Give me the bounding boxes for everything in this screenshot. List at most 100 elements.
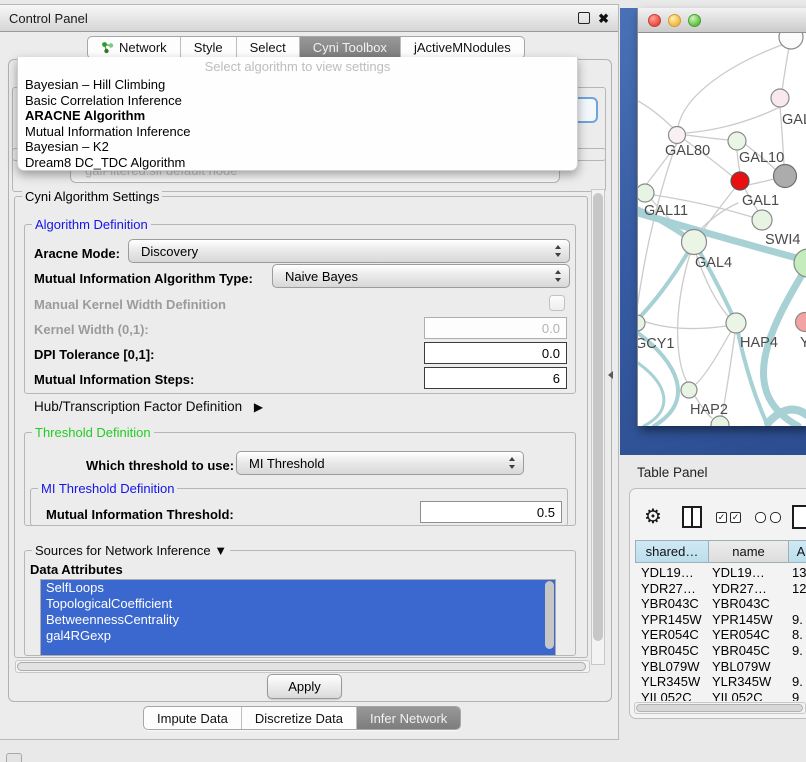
mi-algorithm-type-select[interactable]: Naive Bayes xyxy=(272,264,570,288)
network-node[interactable] xyxy=(794,249,806,277)
tab-style[interactable]: Style xyxy=(181,37,237,58)
tab-select[interactable]: Select xyxy=(237,37,300,58)
close-panel-icon[interactable]: ✖ xyxy=(598,12,609,25)
tab-network[interactable]: Network xyxy=(88,37,181,58)
split-columns-icon[interactable] xyxy=(682,506,702,528)
table-row[interactable]: YDR27…YDR27…12 xyxy=(635,581,806,597)
attribute-item-partial[interactable] xyxy=(41,644,555,656)
unchecked-columns-icon[interactable] xyxy=(755,512,781,523)
algorithm-option-bayesian-k2[interactable]: Bayesian – K2 xyxy=(18,139,577,155)
kernel-width-input[interactable]: 0.0 xyxy=(424,317,567,339)
network-node[interactable] xyxy=(752,210,772,230)
network-edge[interactable] xyxy=(696,331,731,384)
attribute-item-topologicalcoefficient[interactable]: TopologicalCoefficient xyxy=(41,596,555,612)
tab-infer-network[interactable]: Infer Network xyxy=(357,707,460,729)
attribute-item-gal4rgexp[interactable]: gal4RGexp xyxy=(41,628,555,644)
network-node[interactable] xyxy=(681,382,697,398)
network-edge[interactable] xyxy=(678,42,790,127)
table-cell: 9. xyxy=(792,643,803,658)
attribute-item-betweennesscentrality[interactable]: BetweennessCentrality xyxy=(41,612,555,628)
control-panel-titlebar[interactable]: Control Panel ✖ xyxy=(0,5,618,32)
network-node[interactable] xyxy=(638,315,645,331)
stepper-arrows-icon xyxy=(555,245,562,257)
network-edge[interactable] xyxy=(702,188,735,232)
split-collapse-arrow-icon[interactable] xyxy=(608,371,613,379)
table-cell: 8. xyxy=(792,627,803,642)
node-label-hap2: HAP2 xyxy=(690,402,728,418)
algorithm-option-bayesian-hill-climbing[interactable]: Bayesian – Hill Climbing xyxy=(18,77,577,93)
manual-kernel-label: Manual Kernel Width Definition xyxy=(34,297,226,312)
attribute-item-selfloops[interactable]: SelfLoops xyxy=(41,580,555,596)
which-threshold-select[interactable]: MI Threshold xyxy=(236,451,524,475)
table-cell: YDR27… xyxy=(641,581,696,596)
mi-threshold-input[interactable]: 0.5 xyxy=(420,501,562,523)
network-edge[interactable] xyxy=(748,179,774,185)
minimized-panel-stub[interactable] xyxy=(6,753,22,762)
column-header-shared-[interactable]: shared… xyxy=(635,540,709,563)
algorithm-option-mutual-information-inference[interactable]: Mutual Information Inference xyxy=(18,124,577,140)
network-node[interactable] xyxy=(682,230,707,255)
table-row[interactable]: YDL19…YDL19…13 xyxy=(635,565,806,581)
manual-kernel-checkbox[interactable] xyxy=(549,295,565,311)
network-edge[interactable] xyxy=(686,135,728,140)
checked-columns-icon[interactable]: ✓✓ xyxy=(716,512,741,523)
network-window-titlebar[interactable] xyxy=(637,8,806,33)
network-node[interactable] xyxy=(796,313,806,332)
table-row[interactable]: YIL052CYIL052C9 xyxy=(635,690,806,701)
network-edge[interactable] xyxy=(643,321,726,329)
network-edge[interactable] xyxy=(678,254,690,382)
network-node[interactable] xyxy=(726,313,746,333)
network-node[interactable] xyxy=(669,127,686,144)
apply-button[interactable]: Apply xyxy=(267,674,342,699)
tab-jactivemnodules[interactable]: jActiveMNodules xyxy=(401,37,524,58)
aracne-mode-select[interactable]: Discovery xyxy=(128,239,570,263)
algorithm-option-basic-correlation-inference[interactable]: Basic Correlation Inference xyxy=(18,93,577,109)
network-node[interactable] xyxy=(779,33,803,49)
network-node[interactable] xyxy=(731,172,749,190)
sources-title[interactable]: Sources for Network Inference ▼ xyxy=(32,544,230,557)
algorithm-option-aracne-algorithm[interactable]: ARACNE Algorithm xyxy=(18,108,577,124)
window-close-button[interactable] xyxy=(648,14,661,27)
settings-hscroll-thumb[interactable] xyxy=(17,662,586,671)
network-node[interactable] xyxy=(638,184,654,202)
network-node[interactable] xyxy=(774,165,797,188)
dpi-tolerance-input[interactable]: 0.0 xyxy=(424,342,567,364)
hub-definition-toggle[interactable]: Hub/Transcription Factor Definition ▶ xyxy=(34,399,263,414)
network-node[interactable] xyxy=(728,132,746,150)
mi-steps-input[interactable]: 6 xyxy=(424,367,567,389)
table-hscroll-thumb[interactable] xyxy=(636,704,803,712)
network-edge[interactable] xyxy=(686,107,780,133)
mi-threshold-title: MI Threshold Definition xyxy=(38,482,177,495)
node-label-gal80: GAL80 xyxy=(665,143,710,159)
tab-discretize-data[interactable]: Discretize Data xyxy=(242,707,357,729)
network-edge-highlighted[interactable] xyxy=(638,363,664,426)
settings-vscroll-thumb[interactable] xyxy=(593,193,603,641)
table-cell: YDL19… xyxy=(712,565,765,580)
column-header-a[interactable]: A xyxy=(789,540,806,563)
table-row[interactable]: YBR043CYBR043C xyxy=(635,596,806,612)
table-row[interactable]: YLR345WYLR345W9. xyxy=(635,674,806,690)
column-header-name[interactable]: name xyxy=(709,540,789,563)
table-cell: 9. xyxy=(792,674,803,689)
network-node[interactable] xyxy=(771,89,789,107)
float-window-icon[interactable] xyxy=(578,12,590,24)
network-edge[interactable] xyxy=(638,101,676,131)
table-cell: 9. xyxy=(792,612,803,627)
node-label-gal1: GAL1 xyxy=(742,193,779,209)
tab-impute-data[interactable]: Impute Data xyxy=(144,707,242,729)
table-row[interactable]: YBL079WYBL079W xyxy=(635,659,806,675)
table-row[interactable]: YBR045CYBR045C9. xyxy=(635,643,806,659)
algorithm-option-dream8-dc-tdc-algorithm[interactable]: Dream8 DC_TDC Algorithm xyxy=(18,155,577,171)
kernel-width-label: Kernel Width (0,1): xyxy=(34,322,149,337)
table-row[interactable]: YER054CYER054C8. xyxy=(635,627,806,643)
network-canvas[interactable]: GALGAL80GAL10GAL1GAL11SWI4GAL4GCY1HAP4YH… xyxy=(637,33,806,426)
tab-cyni-toolbox[interactable]: Cyni Toolbox xyxy=(300,37,401,58)
table-cell: YER054C xyxy=(712,627,770,642)
table-row[interactable]: YPR145WYPR145W9. xyxy=(635,612,806,628)
algorithm-popup: Select algorithm to view settings Bayesi… xyxy=(17,57,578,171)
window-minimize-button[interactable] xyxy=(668,14,681,27)
window-zoom-button[interactable] xyxy=(688,14,701,27)
attribute-list-scrollbar[interactable] xyxy=(545,581,554,649)
document-icon[interactable] xyxy=(792,505,806,529)
gear-icon[interactable]: ⚙ xyxy=(644,504,662,529)
